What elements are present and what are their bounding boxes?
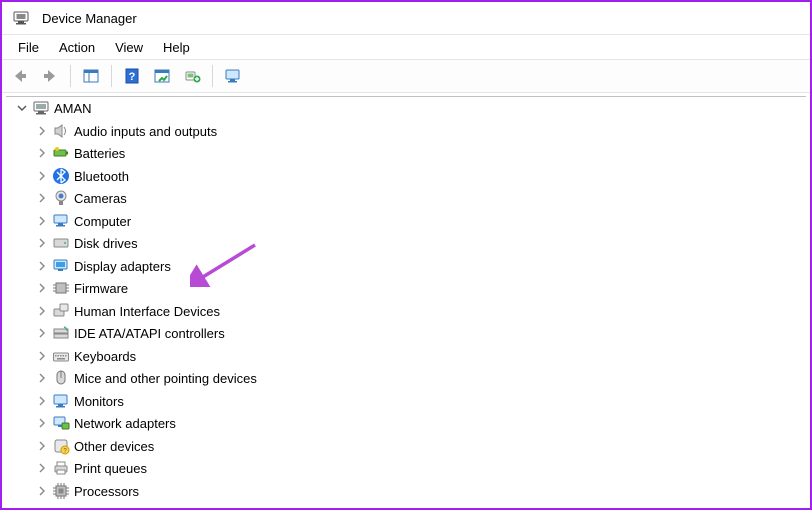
- camera-icon: [52, 189, 70, 207]
- tree-item-label: Bluetooth: [74, 168, 129, 184]
- tree-item-batteries[interactable]: Batteries: [6, 142, 806, 165]
- tree-item-cameras[interactable]: Cameras: [6, 187, 806, 210]
- tree-item-firmware[interactable]: Firmware: [6, 277, 806, 300]
- menu-help[interactable]: Help: [153, 37, 200, 58]
- expand-icon[interactable]: [34, 325, 50, 341]
- menu-action[interactable]: Action: [49, 37, 105, 58]
- expand-icon[interactable]: [34, 438, 50, 454]
- tree-item-label: Human Interface Devices: [74, 303, 220, 319]
- tree-item-label: Processors: [74, 483, 139, 499]
- tree-item-label: Cameras: [74, 190, 127, 206]
- device-tree[interactable]: AMAN Audio inputs and outputs Batteries …: [6, 96, 806, 504]
- tree-item-label: Network adapters: [74, 415, 176, 431]
- tree-item-printq[interactable]: Print queues: [6, 457, 806, 480]
- back-button[interactable]: [6, 62, 34, 90]
- tree-item-hid[interactable]: Human Interface Devices: [6, 300, 806, 323]
- window-title: Device Manager: [42, 11, 137, 26]
- expand-icon[interactable]: [34, 415, 50, 431]
- expand-icon[interactable]: [34, 168, 50, 184]
- network-adapter-icon: [52, 414, 70, 432]
- tree-item-display[interactable]: Display adapters: [6, 255, 806, 278]
- menu-file[interactable]: File: [8, 37, 49, 58]
- expand-icon[interactable]: [34, 190, 50, 206]
- battery-icon: [52, 144, 70, 162]
- toolbar: ?: [2, 60, 810, 93]
- expand-icon[interactable]: [34, 303, 50, 319]
- expand-icon[interactable]: [34, 348, 50, 364]
- expand-icon[interactable]: [34, 370, 50, 386]
- tree-item-label: Batteries: [74, 145, 125, 161]
- tree-item-label: Audio inputs and outputs: [74, 123, 217, 139]
- expand-icon[interactable]: [34, 280, 50, 296]
- monitor-icon: [52, 392, 70, 410]
- collapse-icon[interactable]: [14, 100, 30, 116]
- tree-root[interactable]: AMAN: [6, 97, 806, 120]
- tree-item-label: Monitors: [74, 393, 124, 409]
- tree-item-label: Display adapters: [74, 258, 171, 274]
- disk-icon: [52, 234, 70, 252]
- keyboard-icon: [52, 347, 70, 365]
- toolbar-separator: [212, 65, 213, 87]
- ide-icon: [52, 324, 70, 342]
- tree-item-label: Disk drives: [74, 235, 138, 251]
- properties-button[interactable]: [219, 62, 247, 90]
- tree-item-audio[interactable]: Audio inputs and outputs: [6, 120, 806, 143]
- mouse-icon: [52, 369, 70, 387]
- tree-item-computer[interactable]: Computer: [6, 210, 806, 233]
- tree-item-label: Keyboards: [74, 348, 136, 364]
- menu-view[interactable]: View: [105, 37, 153, 58]
- add-legacy-hardware-button[interactable]: [178, 62, 206, 90]
- svg-text:?: ?: [129, 71, 136, 83]
- computer-icon: [52, 212, 70, 230]
- tree-item-label: Firmware: [74, 280, 128, 296]
- tree-item-label: IDE ATA/ATAPI controllers: [74, 325, 225, 341]
- toolbar-separator: [111, 65, 112, 87]
- forward-button[interactable]: [36, 62, 64, 90]
- tree-item-label: Computer: [74, 213, 131, 229]
- tree-item-label: Other devices: [74, 438, 154, 454]
- expand-icon[interactable]: [34, 460, 50, 476]
- tree-item-label: Print queues: [74, 460, 147, 476]
- titlebar: Device Manager: [2, 2, 810, 34]
- computer-root-icon: [32, 99, 50, 117]
- tree-item-disk[interactable]: Disk drives: [6, 232, 806, 255]
- expand-icon[interactable]: [34, 258, 50, 274]
- expand-icon[interactable]: [34, 483, 50, 499]
- tree-item-network[interactable]: Network adapters: [6, 412, 806, 435]
- firmware-icon: [52, 279, 70, 297]
- help-button[interactable]: ?: [118, 62, 146, 90]
- tree-item-mice[interactable]: Mice and other pointing devices: [6, 367, 806, 390]
- tree-item-keyboards[interactable]: Keyboards: [6, 345, 806, 368]
- tree-item-label: Mice and other pointing devices: [74, 370, 257, 386]
- tree-item-bluetooth[interactable]: Bluetooth: [6, 165, 806, 188]
- toolbar-separator: [70, 65, 71, 87]
- expand-icon[interactable]: [34, 123, 50, 139]
- show-hide-tree-button[interactable]: [77, 62, 105, 90]
- bluetooth-icon: [52, 167, 70, 185]
- root-label: AMAN: [54, 100, 92, 116]
- speaker-icon: [52, 122, 70, 140]
- tree-item-other[interactable]: ? Other devices: [6, 435, 806, 458]
- expand-icon[interactable]: [34, 145, 50, 161]
- other-devices-icon: ?: [52, 437, 70, 455]
- tree-item-processors[interactable]: Processors: [6, 480, 806, 503]
- printer-icon: [52, 459, 70, 477]
- display-adapter-icon: [52, 257, 70, 275]
- app-icon: [12, 9, 30, 27]
- hid-icon: [52, 302, 70, 320]
- tree-item-ide[interactable]: IDE ATA/ATAPI controllers: [6, 322, 806, 345]
- expand-icon[interactable]: [34, 235, 50, 251]
- tree-item-monitors[interactable]: Monitors: [6, 390, 806, 413]
- menubar: File Action View Help: [2, 34, 810, 60]
- expand-icon[interactable]: [34, 213, 50, 229]
- processor-icon: [52, 482, 70, 500]
- scan-hardware-button[interactable]: [148, 62, 176, 90]
- expand-icon[interactable]: [34, 393, 50, 409]
